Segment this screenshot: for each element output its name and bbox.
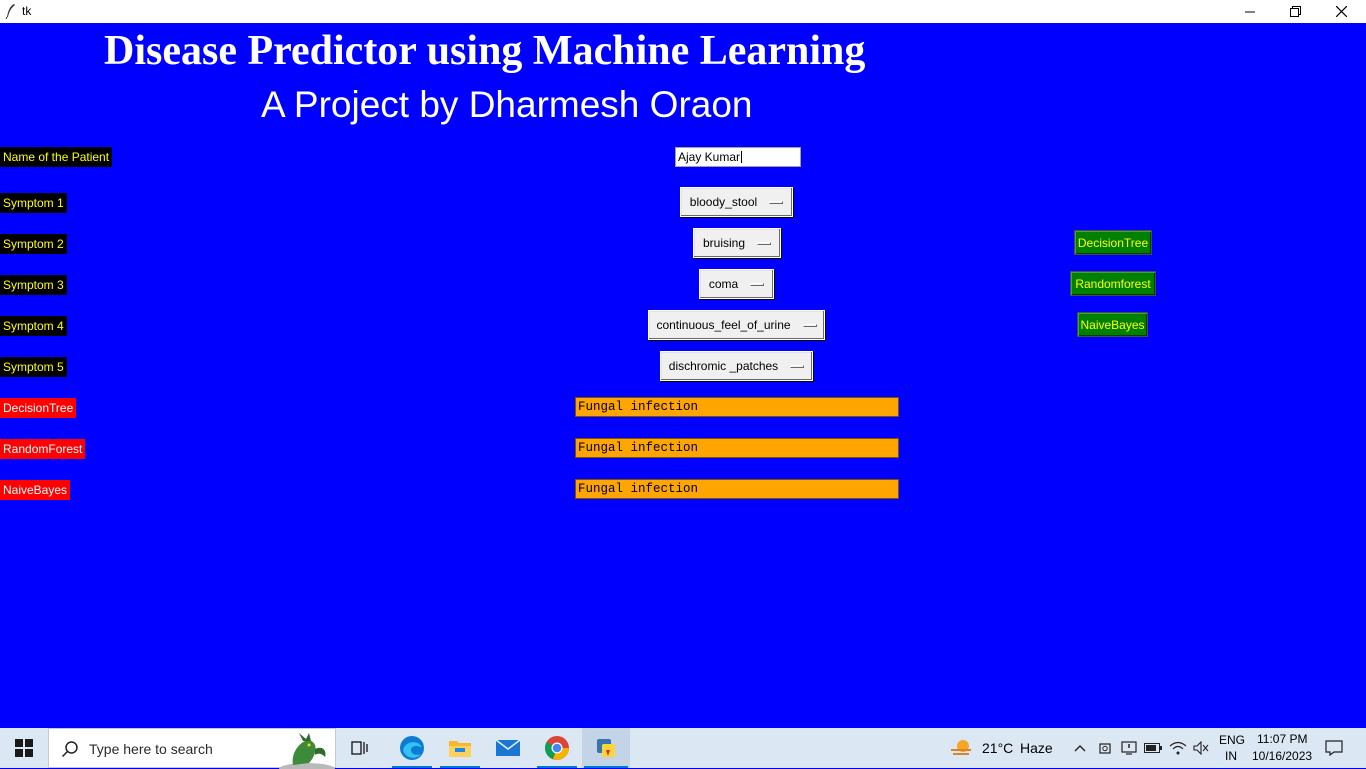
battery-icon	[1144, 743, 1162, 753]
notification-icon	[1325, 740, 1343, 756]
weather-button[interactable]	[946, 728, 976, 768]
symptom-3-select[interactable]: coma	[699, 269, 774, 299]
chevron-up-icon	[1074, 745, 1086, 752]
feather-icon	[4, 3, 18, 20]
weather-temperature: 21°C	[982, 740, 1014, 756]
task-view-icon	[351, 741, 368, 755]
language-code: ENG	[1219, 733, 1246, 747]
search-placeholder: Type here to search	[89, 741, 213, 757]
symptom-1-select[interactable]: bloody_stool	[680, 187, 793, 217]
monitor-alert-icon	[1121, 741, 1137, 755]
symptom-4-label: Symptom 4	[0, 316, 67, 336]
symptom-5-value: dischromic _patches	[668, 359, 779, 373]
clock-time: 11:07 PM	[1257, 732, 1308, 746]
symptom-2-label: Symptom 2	[0, 234, 67, 254]
chrome-button[interactable]	[535, 728, 579, 768]
dragon-illustration-icon	[279, 733, 335, 769]
naive-bayes-result-label: NaiveBayes	[0, 480, 71, 500]
random-forest-result: Fungal infection	[575, 438, 899, 458]
windows-start-icon	[15, 739, 33, 757]
start-button[interactable]	[0, 728, 48, 768]
page-title: Disease Predictor using Machine Learning	[104, 28, 866, 74]
camera-icon	[1099, 743, 1111, 754]
dropdown-indicator-icon	[750, 282, 765, 286]
edge-icon	[400, 736, 424, 760]
symptom-2-value: bruising	[702, 236, 746, 250]
file-explorer-icon	[449, 741, 471, 757]
decision-tree-result: Fungal infection	[575, 397, 899, 417]
minimize-button[interactable]	[1227, 0, 1273, 23]
close-button[interactable]	[1318, 0, 1364, 23]
python-button[interactable]	[582, 728, 630, 768]
app-canvas: Disease Predictor using Machine Learning…	[0, 23, 1366, 728]
patient-name-label: Name of the Patient	[0, 147, 113, 167]
dropdown-indicator-icon	[769, 200, 784, 204]
battery-button[interactable]	[1143, 728, 1163, 768]
edge-button[interactable]	[390, 728, 434, 768]
symptom-5-select[interactable]: dischromic _patches	[660, 351, 813, 381]
search-icon	[61, 741, 78, 758]
notifications-button[interactable]	[1318, 728, 1350, 768]
dropdown-indicator-icon	[790, 364, 805, 368]
symptom-1-label: Symptom 1	[0, 193, 67, 213]
patient-name-value: Ajay Kumar	[678, 150, 741, 164]
show-hidden-icons-button[interactable]	[1070, 728, 1090, 768]
symptom-2-select[interactable]: bruising	[693, 228, 781, 258]
file-explorer-button[interactable]	[438, 728, 482, 768]
volume-muted-icon	[1193, 741, 1209, 755]
decision-tree-button[interactable]: DecisionTree	[1074, 230, 1152, 255]
volume-button[interactable]	[1191, 728, 1211, 768]
mail-icon	[495, 739, 521, 756]
tray-meet-button[interactable]	[1096, 728, 1114, 768]
window-title: tk	[22, 4, 32, 18]
clock-date: 10/16/2023	[1252, 749, 1313, 763]
dropdown-indicator-icon	[757, 241, 772, 245]
symptom-5-label: Symptom 5	[0, 357, 67, 377]
haze-sun-icon	[951, 740, 971, 755]
naive-bayes-button[interactable]: NaiveBayes	[1077, 312, 1148, 337]
random-forest-button[interactable]: Randomforest	[1070, 271, 1156, 296]
symptom-1-value: bloody_stool	[689, 195, 758, 209]
region-code: IN	[1225, 749, 1237, 763]
task-view-button[interactable]	[340, 728, 380, 768]
tray-security-button[interactable]	[1119, 728, 1139, 768]
symptom-4-value: continuous_feel_of_urine	[656, 318, 791, 332]
symptom-4-select[interactable]: continuous_feel_of_urine	[648, 310, 825, 340]
restore-button[interactable]	[1272, 0, 1318, 23]
window-titlebar: tk	[0, 0, 1366, 23]
minimize-icon	[1245, 11, 1255, 12]
taskbar: Type here to search 21°C Haze ENG IN 11:…	[0, 728, 1366, 769]
wifi-icon	[1169, 741, 1187, 755]
wifi-button[interactable]	[1168, 728, 1188, 768]
decision-tree-result-label: DecisionTree	[0, 398, 77, 418]
weather-description: Haze	[1020, 740, 1053, 756]
dropdown-indicator-icon	[802, 323, 817, 327]
symptom-3-label: Symptom 3	[0, 275, 67, 295]
patient-name-input[interactable]: Ajay Kumar	[675, 147, 801, 167]
chrome-icon	[545, 736, 569, 760]
symptom-3-value: coma	[708, 277, 739, 291]
mail-button[interactable]	[486, 728, 530, 768]
taskbar-search-box[interactable]: Type here to search	[48, 728, 336, 769]
page-subtitle: A Project by Dharmesh Oraon	[261, 84, 753, 125]
close-icon	[1335, 6, 1347, 17]
random-forest-result-label: RandomForest	[0, 439, 86, 459]
text-caret	[741, 151, 743, 163]
restore-icon	[1289, 6, 1301, 17]
naive-bayes-result: Fungal infection	[575, 479, 899, 499]
python-icon	[597, 739, 615, 757]
